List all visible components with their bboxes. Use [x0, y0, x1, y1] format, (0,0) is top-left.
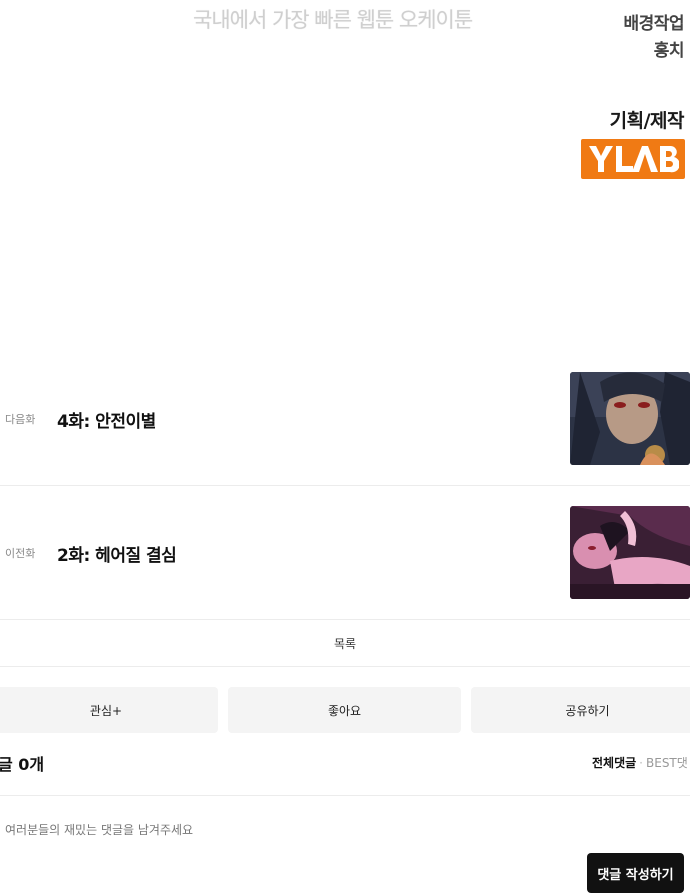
episode-list-link[interactable]: 목록: [0, 620, 690, 667]
write-comment-button[interactable]: 댓글 작성하기: [587, 853, 684, 893]
credit-production-role: 기획/제작: [609, 110, 685, 132]
ylab-logo-icon: [589, 145, 679, 173]
sort-all-comments-tab[interactable]: 전체댓글: [592, 756, 636, 770]
top-banner: 국내에서 가장 빠른 웹툰 오케이툰: [0, 0, 690, 60]
next-episode-label: 다음화: [5, 413, 36, 426]
share-button[interactable]: 공유하기: [471, 687, 690, 733]
sort-separator: ·: [639, 756, 643, 770]
comment-count-heading: 글 0개: [0, 755, 45, 774]
comment-sort-tabs: 전체댓글 · BEST댓: [592, 754, 690, 771]
previous-episode-title[interactable]: 2화: 헤어질 결심: [57, 541, 177, 566]
previous-episode-label: 이전화: [5, 547, 36, 560]
ylab-logo: [581, 139, 685, 179]
like-button[interactable]: 좋아요: [228, 687, 461, 733]
comment-input[interactable]: 여러분들의 재밌는 댓글을 남겨주세요: [5, 821, 193, 838]
next-episode-row[interactable]: 다음화 4화: 안전이별: [0, 352, 690, 486]
previous-episode-row[interactable]: 이전화 2화: 헤어질 결심: [0, 486, 690, 620]
next-episode-thumbnail[interactable]: [570, 372, 690, 465]
previous-episode-thumbnail[interactable]: [570, 506, 690, 599]
credit-background-role: 배경작업: [623, 14, 684, 34]
watermark-text: 국내에서 가장 빠른 웹툰 오케이툰: [193, 8, 473, 32]
credit-background-name: 홍치: [653, 41, 685, 61]
favorite-button[interactable]: 관심+: [0, 687, 218, 733]
next-episode-title[interactable]: 4화: 안전이별: [57, 407, 156, 432]
comment-divider: [0, 795, 690, 796]
episode-list-label: 목록: [333, 637, 357, 651]
sort-best-comments-tab[interactable]: BEST댓: [646, 756, 688, 770]
